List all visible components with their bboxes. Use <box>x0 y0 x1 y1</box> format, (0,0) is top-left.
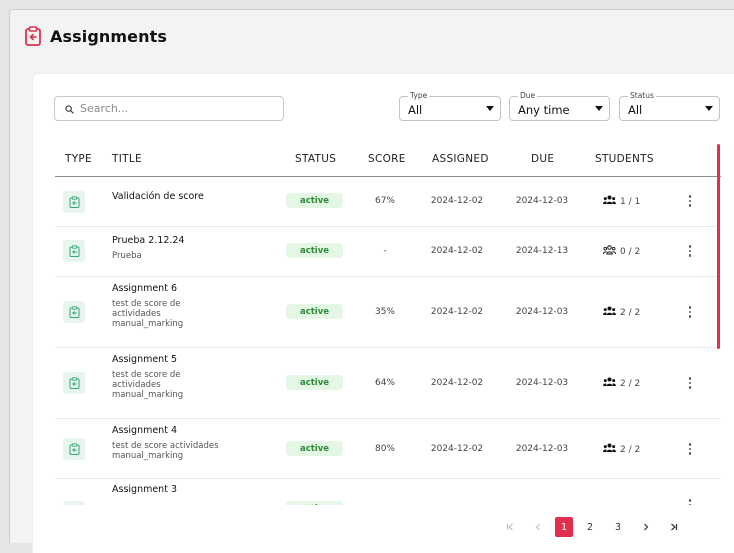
column-header-title[interactable]: TITLE <box>112 153 142 165</box>
type-filter-select[interactable]: Type All <box>399 90 501 121</box>
score-cell: 64% <box>374 378 395 388</box>
assignment-title[interactable]: Assignment 6 <box>112 283 177 294</box>
due-date: 2024-12-03 <box>515 307 569 317</box>
status-badge: active <box>286 501 343 505</box>
assignment-type-icon <box>63 372 85 394</box>
table-scrollbar[interactable] <box>717 144 720 349</box>
page-1-button[interactable]: 1 <box>555 517 573 537</box>
assignment-type-icon <box>63 191 85 213</box>
table-row[interactable]: Assignment 6 test de score de actividade… <box>55 277 721 348</box>
assignment-type-icon <box>63 240 85 262</box>
assigned-date: 2024-12-02 <box>430 307 484 317</box>
due-date: 2024-12-03 <box>515 196 569 206</box>
assignment-description: Prueba <box>112 251 142 261</box>
students-count: 2 / 2 <box>603 377 640 390</box>
window-frame: Assignments Type All Due Any time Status… <box>9 9 734 553</box>
score-cell: 67% <box>374 196 395 206</box>
status-badge: active <box>286 441 343 456</box>
type-filter-value: All <box>408 102 423 117</box>
due-filter-label: Due <box>518 90 538 101</box>
score-cell: - <box>383 246 387 256</box>
assigned-date: 2024-12-02 <box>430 378 484 388</box>
due-date: 2024-12-13 <box>515 246 569 256</box>
previous-page-button[interactable] <box>527 517 549 537</box>
table-row[interactable]: Assignment 4 test de score actividades m… <box>55 419 721 479</box>
status-filter-select[interactable]: Status All <box>619 90 720 121</box>
column-header-students[interactable]: STUDENTS <box>595 153 654 165</box>
assignment-title[interactable]: Assignment 3 <box>112 484 177 495</box>
last-page-button[interactable] <box>663 517 685 537</box>
group-filled-icon <box>603 195 616 208</box>
assignment-title[interactable]: Validación de score <box>112 191 204 202</box>
assigned-date: 2024-12-02 <box>430 444 484 454</box>
assignments-table: TYPE TITLE STATUS SCORE ASSIGNED DUE STU… <box>55 141 725 505</box>
students-count: 2 / 2 <box>603 443 640 456</box>
group-outline-icon <box>603 245 616 258</box>
next-page-button[interactable] <box>635 517 657 537</box>
status-badge: active <box>286 243 343 258</box>
table-header: TYPE TITLE STATUS SCORE ASSIGNED DUE STU… <box>55 141 721 177</box>
score-cell: 80% <box>374 444 395 454</box>
table-row[interactable]: Assignment 3 active <box>55 479 721 505</box>
assignment-type-icon <box>63 438 85 460</box>
students-count: 1 / 1 <box>603 195 640 208</box>
chevron-down-icon <box>705 106 713 111</box>
row-menu-button[interactable] <box>682 497 698 505</box>
page-3-button[interactable]: 3 <box>607 517 629 537</box>
page-header: Assignments <box>24 26 167 46</box>
column-header-status[interactable]: STATUS <box>295 153 336 165</box>
page-title: Assignments <box>50 26 167 46</box>
row-menu-button[interactable] <box>682 375 698 391</box>
due-date: 2024-12-03 <box>515 378 569 388</box>
row-menu-button[interactable] <box>682 243 698 259</box>
assignment-description: test de score de actividades manual_mark… <box>112 370 184 400</box>
status-badge: active <box>286 193 343 208</box>
search-box[interactable] <box>54 96 284 121</box>
column-header-score[interactable]: SCORE <box>368 153 406 165</box>
due-filter-select[interactable]: Due Any time <box>509 90 610 121</box>
students-count: 2 / 2 <box>603 306 640 319</box>
status-badge: active <box>286 304 343 319</box>
assigned-date: 2024-12-02 <box>430 196 484 206</box>
search-icon <box>65 99 74 118</box>
type-filter-label: Type <box>408 90 430 101</box>
assignments-card: Type All Due Any time Status All TYPE TI… <box>33 74 734 553</box>
column-header-assigned[interactable]: ASSIGNED <box>432 153 489 165</box>
assignment-title[interactable]: Prueba 2.12.24 <box>112 235 184 246</box>
first-page-button[interactable] <box>499 517 521 537</box>
column-header-due[interactable]: DUE <box>531 153 554 165</box>
group-filled-icon <box>603 377 616 390</box>
status-badge: active <box>286 375 343 390</box>
assignment-title[interactable]: Assignment 4 <box>112 425 177 436</box>
row-menu-button[interactable] <box>682 304 698 320</box>
assignment-type-icon <box>63 301 85 323</box>
row-menu-button[interactable] <box>682 441 698 457</box>
assigned-date: 2024-12-02 <box>430 246 484 256</box>
row-menu-button[interactable] <box>682 193 698 209</box>
search-input[interactable] <box>80 102 270 115</box>
status-filter-label: Status <box>628 90 656 101</box>
table-row[interactable]: Prueba 2.12.24 Prueba active - 2024-12-0… <box>55 227 721 277</box>
table-row[interactable]: Assignment 5 test de score de actividade… <box>55 348 721 419</box>
table-row[interactable]: Validación de score active 67% 2024-12-0… <box>55 177 721 227</box>
pagination: 1 2 3 <box>499 517 691 537</box>
score-cell: 35% <box>374 307 395 317</box>
chevron-down-icon <box>486 106 494 111</box>
group-filled-icon <box>603 306 616 319</box>
column-header-type[interactable]: TYPE <box>65 153 92 165</box>
status-filter-value: All <box>628 102 643 117</box>
group-filled-icon <box>603 443 616 456</box>
clipboard-arrow-icon <box>24 26 42 46</box>
page-2-button[interactable]: 2 <box>579 517 601 537</box>
assignment-description: test de score de actividades manual_mark… <box>112 299 184 329</box>
assignment-description: test de score actividades manual_marking <box>112 441 219 461</box>
students-count: 0 / 2 <box>603 245 640 258</box>
due-filter-value: Any time <box>518 102 570 117</box>
due-date: 2024-12-03 <box>515 444 569 454</box>
assignment-type-icon <box>63 501 85 505</box>
chevron-down-icon <box>595 106 603 111</box>
assignment-title[interactable]: Assignment 5 <box>112 354 177 365</box>
